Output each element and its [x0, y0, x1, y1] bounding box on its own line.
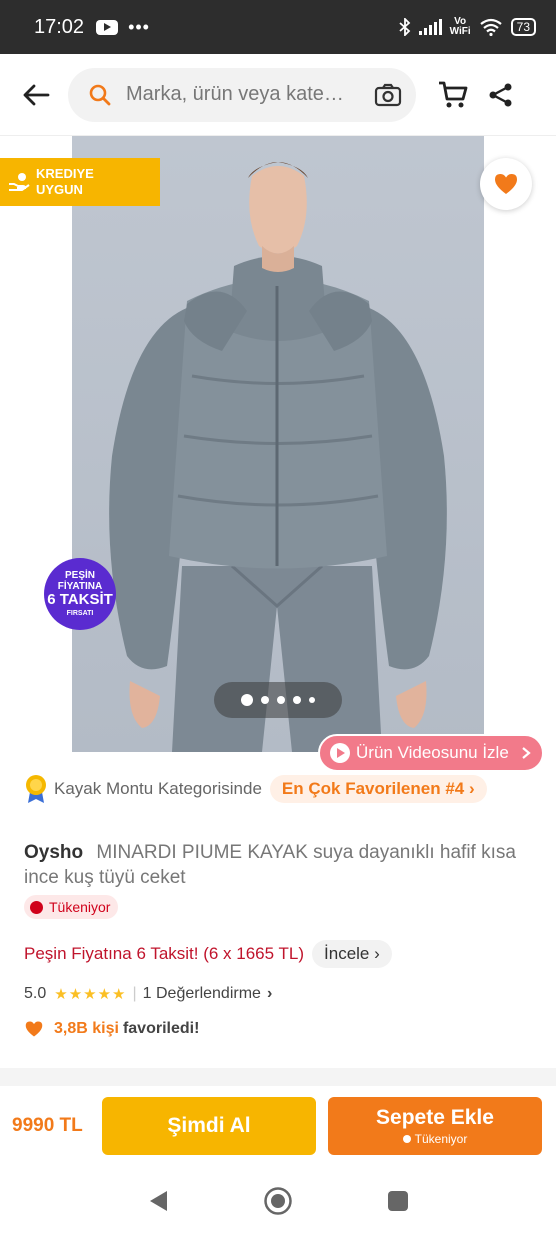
top-bar: Marka, ürün veya kategori ara	[0, 54, 556, 136]
add-to-cart-sublabel: Tükeniyor	[402, 1132, 468, 1146]
chevron-right-icon: ›	[266, 985, 273, 1002]
page-dot[interactable]	[241, 694, 253, 706]
favorites-text: favoriledi!	[122, 1020, 200, 1037]
play-icon	[330, 743, 350, 763]
price: 9990 TL	[12, 1115, 83, 1136]
medal-icon	[26, 775, 46, 803]
bottom-action-bar: 9990 TL Şimdi Al Sepete Ekle Tükeniyor	[0, 1086, 556, 1166]
dot-icon	[402, 1135, 411, 1143]
rating-row[interactable]: 5.0 ★★★★★ | 1 Değerlendirme ›	[24, 985, 272, 1003]
installment-row: Peşin Fiyatına 6 Taksit! (6 x 1665 TL) İ…	[24, 940, 392, 968]
buy-now-button[interactable]: Şimdi Al	[102, 1097, 316, 1155]
wifi-icon	[479, 18, 502, 36]
battery-indicator: 73	[510, 18, 536, 36]
reviews-link[interactable]: 1 Değerlendirme	[143, 985, 261, 1003]
ranking-pill-label: En Çok Favorilenen #4	[281, 779, 465, 798]
rating-value: 5.0	[24, 985, 47, 1002]
hand-coin-icon	[9, 173, 30, 191]
page-dot[interactable]	[293, 696, 301, 704]
heart-icon	[495, 174, 517, 194]
status-bar: 17:02 ••• Vo WiFi 73	[0, 0, 556, 54]
ranking-pill[interactable]: En Çok Favorilenen #4 ›	[269, 775, 487, 803]
page-dot[interactable]	[261, 696, 269, 704]
separator: |	[132, 985, 137, 1002]
chevron-right-icon: ›	[468, 779, 475, 798]
nav-recents-icon[interactable]	[387, 1190, 409, 1212]
kredi-line1: KREDIYE	[36, 166, 94, 181]
installment-details-label: İncele	[324, 944, 370, 963]
cart-icon[interactable]	[438, 81, 468, 109]
stock-badge-label: Tükeniyor	[49, 899, 111, 915]
youtube-icon	[96, 19, 119, 35]
kredi-line2: UYGUN	[36, 182, 83, 197]
heart-icon	[25, 1021, 43, 1037]
vowifi-indicator: Vo WiFi	[450, 17, 471, 37]
rating-stars: ★★★★★	[54, 986, 127, 1003]
product-name: MINARDI PIUME KAYAK suya dayanıklı hafif…	[24, 842, 516, 888]
more-notifications-icon: •••	[128, 16, 150, 37]
image-pagination[interactable]	[214, 682, 342, 718]
bluetooth-icon	[399, 18, 410, 36]
nav-back-icon[interactable]	[147, 1189, 169, 1213]
pesin-line4: FIRSATI	[66, 609, 94, 617]
nav-home-icon[interactable]	[263, 1186, 293, 1216]
section-divider	[0, 1068, 556, 1086]
brand-name[interactable]: Oysho	[24, 842, 83, 863]
installment-text: Peşin Fiyatına 6 Taksit! (6 x 1665 TL)	[24, 944, 305, 963]
ranking-text: Kayak Montu Kategorisinde	[54, 779, 262, 798]
pesin-line1: PEŞİN	[64, 569, 95, 581]
pesin-line3: 6 TAKSİT	[47, 590, 113, 608]
jacket-illustration	[109, 162, 447, 752]
search-icon	[89, 84, 111, 105]
installment-details-button[interactable]: İncele ›	[312, 940, 392, 968]
favorites-row: 3,8B kişi favoriledi!	[24, 1020, 199, 1038]
search-bar[interactable]: Marka, ürün veya kategori ara	[68, 67, 416, 122]
share-icon[interactable]	[488, 82, 514, 108]
clock-icon	[30, 900, 43, 914]
watch-video-button[interactable]: Ürün Videosunu İzle	[318, 734, 544, 772]
status-time: 17:02	[34, 15, 85, 38]
add-to-cart-stock: Tükeniyor	[414, 1132, 468, 1146]
chevron-right-icon: ›	[374, 944, 380, 963]
add-to-cart-button[interactable]: Sepete Ekle Tükeniyor	[328, 1097, 542, 1155]
page-dot[interactable]	[309, 697, 315, 703]
product-title: Oysho MINARDI PIUME KAYAK suya dayanıklı…	[24, 840, 534, 890]
buy-now-label: Şimdi Al	[167, 1114, 251, 1137]
vowifi-bottom: WiFi	[449, 26, 471, 37]
product-gallery[interactable]: KREDIYE UYGUN PEŞİN FİYATINA 6 TAKSİT FIR…	[0, 136, 556, 772]
favorites-count: 3,8B kişi	[54, 1020, 119, 1037]
signal-icon	[418, 19, 442, 35]
product-image[interactable]	[72, 136, 484, 752]
favorite-button[interactable]	[480, 158, 532, 210]
page-dot[interactable]	[277, 696, 285, 704]
add-to-cart-label: Sepete Ekle	[376, 1106, 494, 1129]
back-button[interactable]	[18, 77, 54, 113]
kredi-badge: KREDIYE UYGUN	[0, 158, 160, 206]
stock-badge: Tükeniyor	[24, 895, 119, 919]
arrow-left-icon	[23, 84, 50, 105]
system-nav-bar	[0, 1166, 556, 1235]
camera-search-icon[interactable]	[374, 83, 402, 107]
chevron-right-icon	[522, 747, 531, 759]
search-input[interactable]: Marka, ürün veya kategori ara	[126, 83, 352, 106]
pesin-line2: FİYATINA	[57, 580, 103, 592]
category-ranking[interactable]: Kayak Montu Kategorisinde En Çok Favoril…	[24, 774, 487, 804]
pesin-taksit-badge: PEŞİN FİYATINA 6 TAKSİT FIRSATI	[44, 558, 116, 630]
video-label: Ürün Videosunu İzle	[356, 743, 509, 762]
